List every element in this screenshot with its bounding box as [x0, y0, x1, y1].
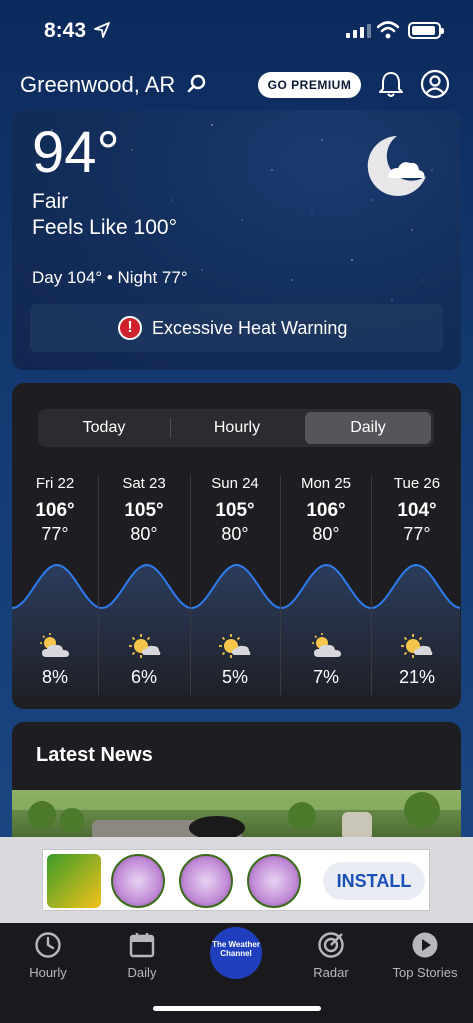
status-time: 8:43 — [44, 19, 87, 42]
day-high: 105° — [215, 500, 255, 521]
heat-warning-alert[interactable]: ! Excessive Heat Warning — [30, 304, 443, 352]
play-icon — [412, 932, 438, 958]
home-indicator — [153, 1006, 321, 1011]
current-condition: Fair — [32, 190, 69, 213]
ad-content[interactable]: INSTALL — [42, 849, 430, 911]
sun-cloud-icon — [401, 634, 433, 658]
precip-chance: 7% — [312, 667, 339, 687]
column-divider — [190, 475, 191, 695]
calendar-icon — [129, 933, 155, 958]
tab-label: Hourly — [29, 965, 67, 980]
ad-app-logo — [47, 854, 101, 908]
tab-radar-nav[interactable]: Radar — [291, 931, 371, 980]
cellular-signal-icon — [346, 24, 371, 38]
latest-news-card[interactable]: Latest News — [12, 722, 461, 852]
search-icon[interactable] — [187, 74, 207, 94]
weather-channel-logo-button[interactable]: The Weather Channel — [210, 927, 262, 979]
column-divider — [371, 475, 372, 695]
tab-hourly-nav[interactable]: Hourly — [8, 931, 88, 980]
forecast-day[interactable]: Mon 25 106° 80° — [283, 475, 369, 545]
forecast-day[interactable]: Sat 23 105° 80° — [101, 475, 187, 545]
day-high: 106° — [35, 500, 75, 521]
day-night-temps: Day 104° • Night 77° — [32, 268, 188, 287]
profile-icon[interactable] — [420, 69, 450, 99]
clock-icon — [35, 932, 61, 958]
forecast-day[interactable]: Sun 24 105° 80° — [192, 475, 278, 545]
partly-cloudy-icon — [40, 633, 69, 657]
ad-gem-image — [247, 854, 301, 908]
day-name: Sat 23 — [122, 475, 166, 492]
location-name[interactable]: Greenwood, AR — [20, 72, 175, 98]
day-high: 105° — [124, 500, 164, 521]
day-low: 80° — [221, 524, 249, 544]
feels-like: Feels Like 100° — [32, 216, 177, 239]
day-high: 106° — [306, 500, 346, 521]
battery-icon — [408, 22, 444, 39]
day-name: Mon 25 — [300, 475, 352, 492]
install-button[interactable]: INSTALL — [323, 862, 425, 900]
forecast-card: Today Hourly Daily Fri 22 106° 77° Sat 2… — [12, 383, 461, 709]
wifi-icon — [377, 21, 399, 39]
column-divider — [98, 475, 99, 695]
advertisement-banner[interactable]: INSTALL — [0, 837, 473, 923]
day-low: 80° — [130, 524, 158, 544]
tab-top-stories-nav[interactable]: Top Stories — [385, 931, 465, 980]
alert-text: Excessive Heat Warning — [152, 318, 348, 338]
tab-label: Radar — [313, 965, 349, 980]
precip-chance: 8% — [41, 667, 68, 687]
sun-cloud-icon — [129, 634, 161, 658]
alert-icon: ! — [118, 316, 142, 340]
day-name: Fri 22 — [35, 475, 75, 492]
ad-gem-image — [179, 854, 233, 908]
radar-icon — [318, 932, 344, 958]
location-arrow-icon — [94, 22, 110, 38]
header: Greenwood, AR GO PREMIUM — [0, 64, 473, 104]
precip-chance: 5% — [221, 667, 248, 687]
day-low: 77° — [403, 524, 431, 544]
current-conditions-card[interactable]: 94° Fair Feels Like 100° Day 104° • Nigh… — [12, 110, 461, 370]
go-premium-button[interactable]: GO PREMIUM — [258, 72, 361, 98]
partly-cloudy-icon — [312, 633, 341, 657]
tab-daily-nav[interactable]: Daily — [102, 931, 182, 980]
day-low: 80° — [312, 524, 340, 544]
day-name: Sun 24 — [211, 475, 259, 492]
forecast-day[interactable]: Tue 26 104° 77° — [374, 475, 460, 545]
precip-chance: 21% — [398, 667, 436, 687]
tab-label: Daily — [127, 965, 157, 980]
bell-icon[interactable] — [378, 70, 404, 98]
sun-cloud-icon — [219, 634, 251, 658]
news-title: Latest News — [36, 744, 153, 766]
precip-chance: 6% — [130, 667, 157, 687]
column-divider — [280, 475, 281, 695]
moon-cloud-icon — [367, 136, 426, 196]
current-temperature: 94° — [32, 120, 120, 185]
tab-label: Top Stories — [392, 965, 458, 980]
ad-gem-image — [111, 854, 165, 908]
day-low: 77° — [41, 524, 69, 544]
forecast-day[interactable]: Fri 22 106° 77° — [12, 475, 98, 545]
status-bar: 8:43 — [0, 0, 473, 60]
day-high: 104° — [397, 500, 437, 521]
day-name: Tue 26 — [393, 475, 441, 492]
